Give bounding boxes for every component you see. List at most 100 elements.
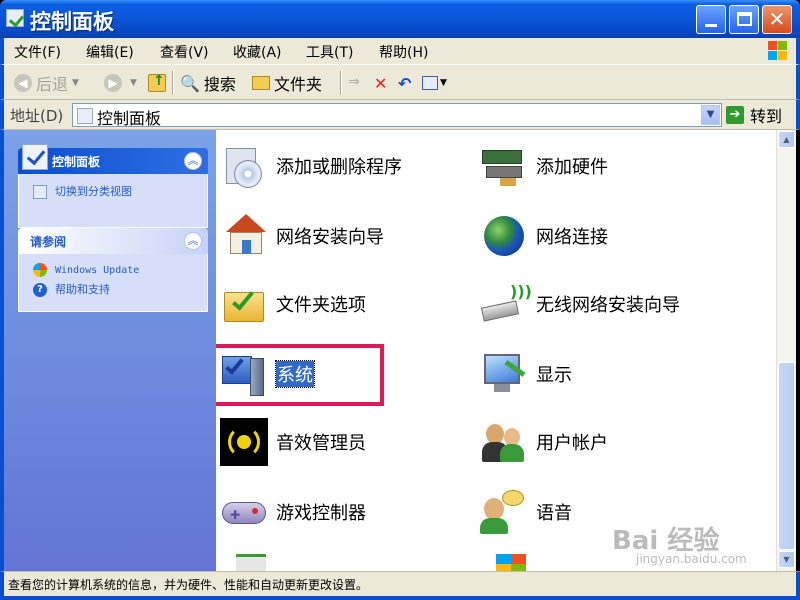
up-folder-icon — [148, 73, 166, 92]
windows-logo-icon — [766, 39, 788, 61]
section-body: Windows Update ? 帮助和支持 — [18, 254, 208, 312]
menu-edit[interactable]: 编辑(E) — [86, 42, 134, 62]
scroll-up-button[interactable]: ▲ — [778, 131, 795, 148]
network-setup-wizard-icon — [220, 212, 268, 260]
move-to-icon: ⇒ — [348, 74, 360, 90]
speech-icon — [480, 488, 528, 536]
folders-label: 文件夹 — [274, 75, 323, 94]
go-label: 转到 — [750, 107, 783, 126]
menu-bar: 文件(F) 编辑(E) 查看(V) 收藏(A) 工具(T) 帮助(H) — [0, 38, 800, 64]
add-hardware-icon — [480, 142, 528, 190]
item-label: 游戏控制器 — [276, 503, 366, 524]
views-icon — [422, 76, 438, 90]
search-icon: 🔍 — [180, 73, 200, 93]
delete-button[interactable]: ✕ — [374, 71, 387, 95]
close-button[interactable]: ✕ — [762, 5, 792, 34]
partial-item-icon — [236, 554, 266, 571]
close-icon: ✕ — [768, 7, 786, 31]
item-label: 网络安装向导 — [276, 227, 384, 248]
network-setup-wizard-item[interactable]: 网络安装向导 — [220, 208, 384, 264]
address-input[interactable]: 控制面板 ▼ — [72, 103, 722, 128]
network-connections-icon — [480, 212, 528, 260]
vertical-scrollbar[interactable]: ▲ ▼ — [776, 130, 796, 571]
undo-button[interactable]: ↶ — [398, 71, 411, 95]
back-label: 后退 — [36, 75, 69, 94]
item-label: 系统 — [275, 360, 315, 388]
section-title: 控制面板 — [52, 155, 101, 169]
status-text: 查看您的计算机系统的信息，并为硬件、性能和自动更新更改设置。 — [8, 578, 369, 592]
section-header[interactable]: 控制面板 ︽ — [18, 144, 208, 174]
search-button[interactable]: 🔍 搜索 — [180, 71, 236, 95]
system-item[interactable]: 系统 — [216, 344, 384, 406]
watermark-url: jingyan.baidu.com — [636, 552, 747, 566]
address-bar: 地址(D) 控制面板 ▼ ➔ 转到 — [0, 100, 800, 130]
content-area: 添加或删除程序 添加硬件 网络安装向导 网络连接 文件夹选项))) 无线网络安… — [216, 130, 776, 571]
wireless-network-setup-item[interactable]: ))) 无线网络安装向导 — [480, 276, 680, 332]
delete-icon: ✕ — [374, 73, 388, 93]
display-item[interactable]: 显示 — [480, 346, 572, 402]
windows-update-link[interactable]: Windows Update — [19, 260, 207, 280]
folder-options-item[interactable]: 文件夹选项 — [220, 276, 366, 332]
link-label: 帮助和支持 — [55, 283, 110, 296]
network-connections-item[interactable]: 网络连接 — [480, 208, 608, 264]
address-label: 地址(D) — [10, 107, 64, 125]
undo-icon: ↶ — [398, 73, 412, 93]
search-label: 搜索 — [203, 75, 236, 94]
title-bar[interactable]: 控制面板 ✕ — [0, 0, 800, 38]
scroll-down-button[interactable]: ▼ — [778, 551, 795, 568]
folder-icon — [252, 76, 270, 90]
views-button[interactable]: ▼ — [422, 71, 447, 95]
add-remove-programs-icon — [220, 142, 268, 190]
section-title: 请参阅 — [30, 235, 67, 249]
back-button[interactable]: ◀ 后退 ▼ — [14, 71, 79, 95]
folder-options-icon — [220, 280, 268, 328]
menu-file[interactable]: 文件(F) — [14, 42, 61, 62]
window-title: 控制面板 — [30, 10, 114, 34]
menu-view[interactable]: 查看(V) — [160, 42, 209, 62]
status-bar: 查看您的计算机系统的信息，并为硬件、性能和自动更新更改设置。 — [0, 571, 800, 600]
user-accounts-item[interactable]: 用户帐户 — [480, 414, 608, 470]
help-and-support-link[interactable]: ? 帮助和支持 — [19, 280, 207, 300]
go-arrow-icon: ➔ — [726, 106, 744, 124]
add-remove-programs-item[interactable]: 添加或删除程序 — [220, 138, 402, 194]
scroll-thumb[interactable] — [778, 362, 795, 550]
control-panel-icon — [22, 144, 48, 170]
maximize-button[interactable] — [729, 5, 759, 34]
minimize-button[interactable] — [696, 5, 726, 34]
switch-to-category-view-link[interactable]: 切换到分类视图 — [19, 182, 207, 202]
sound-manager-icon — [220, 418, 268, 466]
section-header[interactable]: 请参阅 ︽ — [18, 228, 208, 254]
chevron-down-icon: ▼ — [440, 78, 447, 88]
folders-button[interactable]: 文件夹 — [252, 71, 322, 95]
control-panel-icon — [77, 108, 93, 124]
forward-button[interactable]: ▶ ▼ — [104, 71, 137, 95]
menu-help[interactable]: 帮助(H) — [379, 42, 428, 62]
item-label: 添加硬件 — [536, 157, 608, 178]
collapse-icon[interactable]: ︽ — [184, 232, 202, 250]
speech-item[interactable]: 语音 — [480, 484, 572, 540]
item-label: 语音 — [536, 503, 572, 524]
add-hardware-item[interactable]: 添加硬件 — [480, 138, 608, 194]
game-controllers-item[interactable]: ✚ 游戏控制器 — [220, 484, 366, 540]
item-label: 无线网络安装向导 — [536, 295, 680, 316]
go-button[interactable]: ➔ 转到 — [726, 103, 782, 127]
move-to-button[interactable]: ⇒ — [348, 71, 366, 95]
toolbar: ◀ 后退 ▼ ▶ ▼ 🔍 搜索 文件夹 ⇒ ✕ ↶ ▼ — [0, 64, 800, 100]
item-label: 显示 — [536, 365, 572, 386]
maximize-icon — [737, 12, 752, 26]
address-dropdown-button[interactable]: ▼ — [701, 105, 720, 125]
sound-manager-item[interactable]: 音效管理员 — [220, 414, 366, 470]
toolbar-separator — [172, 71, 174, 95]
collapse-icon[interactable]: ︽ — [184, 152, 202, 170]
see-also-section: 请参阅 ︽ Windows Update ? 帮助和支持 — [18, 228, 208, 312]
forward-arrow-icon: ▶ — [104, 74, 122, 92]
item-label: 用户帐户 — [536, 433, 608, 454]
menu-favorites[interactable]: 收藏(A) — [233, 42, 282, 62]
wireless-network-setup-icon: ))) — [480, 280, 532, 328]
menu-tools[interactable]: 工具(T) — [306, 42, 353, 62]
link-label: 切换到分类视图 — [55, 185, 132, 198]
minimize-icon — [705, 24, 717, 27]
up-folder-button[interactable] — [148, 71, 168, 95]
user-accounts-icon — [480, 418, 528, 466]
control-panel-section: 控制面板 ︽ 切换到分类视图 — [18, 144, 208, 228]
